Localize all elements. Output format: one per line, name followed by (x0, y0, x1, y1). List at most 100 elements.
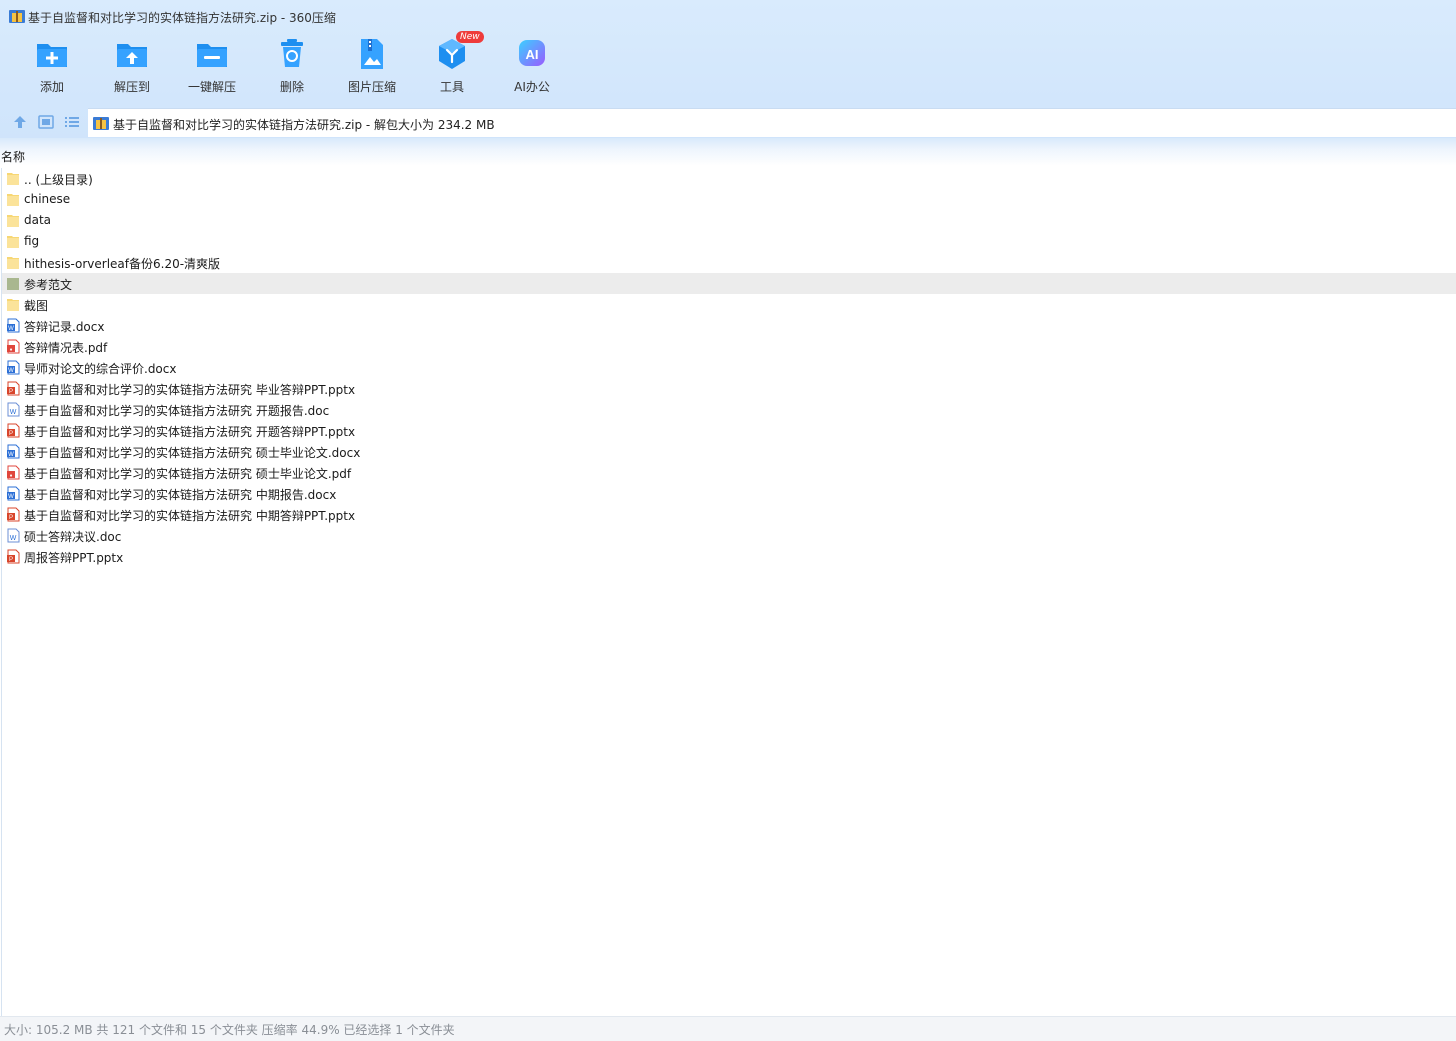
extract-to-button[interactable]: 解压到 (92, 36, 172, 98)
file-row[interactable]: W 基于自监督和对比学习的实体链指方法研究 中期报告.docx (2, 483, 1456, 504)
title-bar: 基于自监督和对比学习的实体链指方法研究.zip - 360压缩 (0, 0, 1456, 32)
archive-icon (9, 10, 25, 23)
svg-text:P: P (9, 515, 13, 521)
file-list: .. (上级目录) chinese data fig hithesis-orverlea… (1, 168, 1456, 1016)
file-name: fig (24, 234, 40, 248)
word-doc-icon: W (6, 402, 20, 417)
file-name: .. (上级目录) (24, 173, 93, 187)
file-row[interactable]: W 硕士答辩决议.doc (2, 525, 1456, 546)
tools-label: 工具 (439, 80, 464, 94)
image-compress-button[interactable]: 图片压缩 (332, 36, 412, 98)
file-name: data (24, 213, 52, 227)
add-icon (37, 44, 67, 67)
folder-icon (6, 255, 20, 270)
powerpoint-file-icon: P (6, 549, 20, 564)
file-row[interactable]: W 答辩记录.docx (2, 315, 1456, 336)
folder-row[interactable]: chinese (2, 189, 1456, 210)
svg-text:P: P (9, 389, 13, 395)
folder-icon (6, 171, 20, 186)
file-name: 基于自监督和对比学习的实体链指方法研究 中期报告.docx (24, 488, 337, 502)
tools-button[interactable]: New 工具 (412, 31, 492, 98)
navigation-row: 基于自监督和对比学习的实体链指方法研究.zip - 解包大小为 234.2 MB (0, 106, 1456, 138)
file-name: 基于自监督和对比学习的实体链指方法研究 中期答辩PPT.pptx (24, 509, 356, 523)
file-name: 周报答辩PPT.pptx (24, 551, 124, 565)
svg-text:P: P (9, 431, 13, 437)
file-name: hithesis-orverleaf备份6.20-清爽版 (24, 257, 221, 271)
word-doc-icon: W (6, 360, 20, 375)
archive-icon (93, 117, 109, 130)
delete-button[interactable]: 删除 (252, 36, 332, 98)
status-bar: 大小: 105.2 MB 共 121 个文件和 15 个文件夹 压缩率 44.9… (0, 1016, 1456, 1041)
svg-text:W: W (10, 409, 17, 416)
folder-icon (6, 276, 20, 291)
pdf-file-icon: ♦ (6, 339, 20, 354)
extract-to-icon (117, 44, 147, 67)
folder-row[interactable]: hithesis-orverleaf备份6.20-清爽版 (2, 252, 1456, 273)
add-label: 添加 (39, 80, 64, 94)
folder-icon (6, 213, 20, 228)
folder-row[interactable]: 参考范文 (2, 273, 1456, 294)
column-header-name[interactable]: 名称 (1, 148, 25, 165)
svg-text:P: P (9, 557, 13, 563)
svg-text:♦: ♦ (10, 347, 13, 353)
image-compress-icon (361, 39, 383, 69)
file-row[interactable]: W 导师对论文的综合评价.docx (2, 357, 1456, 378)
file-name: 截图 (24, 299, 49, 313)
folder-row[interactable]: .. (上级目录) (2, 168, 1456, 189)
thumbnail-view-icon[interactable] (37, 113, 55, 131)
top-panel: 基于自监督和对比学习的实体链指方法研究.zip - 360压缩 添加 解压到 一… (0, 0, 1456, 146)
file-name: chinese (24, 192, 71, 206)
file-row[interactable]: W 基于自监督和对比学习的实体链指方法研究 开题报告.doc (2, 399, 1456, 420)
file-row[interactable]: ♦ 基于自监督和对比学习的实体链指方法研究 硕士毕业论文.pdf (2, 462, 1456, 483)
window-title: 基于自监督和对比学习的实体链指方法研究.zip - 360压缩 (28, 11, 336, 25)
folder-row[interactable]: fig (2, 231, 1456, 252)
powerpoint-file-icon: P (6, 423, 20, 438)
one-click-extract-icon (197, 44, 227, 67)
svg-text:AI: AI (526, 47, 539, 62)
new-badge: New (456, 31, 484, 43)
pdf-file-icon: ♦ (6, 465, 20, 480)
file-row[interactable]: P 基于自监督和对比学习的实体链指方法研究 开题答辩PPT.pptx (2, 420, 1456, 441)
file-name: 硕士答辩决议.doc (24, 530, 122, 544)
svg-text:W: W (8, 452, 14, 458)
file-name: 参考范文 (24, 278, 73, 292)
ai-office-label: AI办公 (514, 80, 550, 94)
folder-icon (6, 234, 20, 249)
svg-text:W: W (8, 368, 14, 374)
one-click-extract-button[interactable]: 一键解压 (172, 36, 252, 98)
file-row[interactable]: ♦ 答辩情况表.pdf (2, 336, 1456, 357)
extract-to-label: 解压到 (113, 80, 150, 94)
folder-row[interactable]: data (2, 210, 1456, 231)
one-click-extract-label: 一键解压 (187, 80, 236, 94)
word-doc-icon: W (6, 528, 20, 543)
file-row[interactable]: P 周报答辩PPT.pptx (2, 546, 1456, 567)
delete-label: 删除 (279, 80, 304, 94)
address-bar[interactable]: 基于自监督和对比学习的实体链指方法研究.zip - 解包大小为 234.2 MB (88, 108, 1456, 137)
delete-icon (281, 39, 303, 67)
status-text: 大小: 105.2 MB 共 121 个文件和 15 个文件夹 压缩率 44.9… (4, 1023, 455, 1037)
svg-text:W: W (8, 326, 14, 332)
up-arrow-icon[interactable] (11, 113, 29, 131)
folder-icon (6, 192, 20, 207)
file-name: 基于自监督和对比学习的实体链指方法研究 开题报告.doc (24, 404, 330, 418)
address-path: 基于自监督和对比学习的实体链指方法研究.zip - 解包大小为 234.2 MB (113, 118, 495, 132)
file-row[interactable]: P 基于自监督和对比学习的实体链指方法研究 毕业答辩PPT.pptx (2, 378, 1456, 399)
file-row[interactable]: W 基于自监督和对比学习的实体链指方法研究 硕士毕业论文.docx (2, 441, 1456, 462)
list-view-icon[interactable] (63, 113, 81, 131)
file-row[interactable]: P 基于自监督和对比学习的实体链指方法研究 中期答辩PPT.pptx (2, 504, 1456, 525)
powerpoint-file-icon: P (6, 507, 20, 522)
file-name: 基于自监督和对比学习的实体链指方法研究 硕士毕业论文.docx (24, 446, 361, 460)
ai-office-button[interactable]: AI AI办公 (492, 36, 572, 98)
powerpoint-file-icon: P (6, 381, 20, 396)
word-doc-icon: W (6, 486, 20, 501)
image-compress-label: 图片压缩 (347, 80, 396, 94)
svg-text:♦: ♦ (10, 473, 13, 479)
svg-text:W: W (8, 494, 14, 500)
add-button[interactable]: 添加 (12, 36, 92, 98)
svg-text:W: W (10, 535, 17, 542)
folder-row[interactable]: 截图 (2, 294, 1456, 315)
folder-icon (6, 297, 20, 312)
file-name: 基于自监督和对比学习的实体链指方法研究 硕士毕业论文.pdf (24, 467, 352, 481)
file-name: 答辩记录.docx (24, 320, 105, 334)
file-name: 基于自监督和对比学习的实体链指方法研究 毕业答辩PPT.pptx (24, 383, 356, 397)
